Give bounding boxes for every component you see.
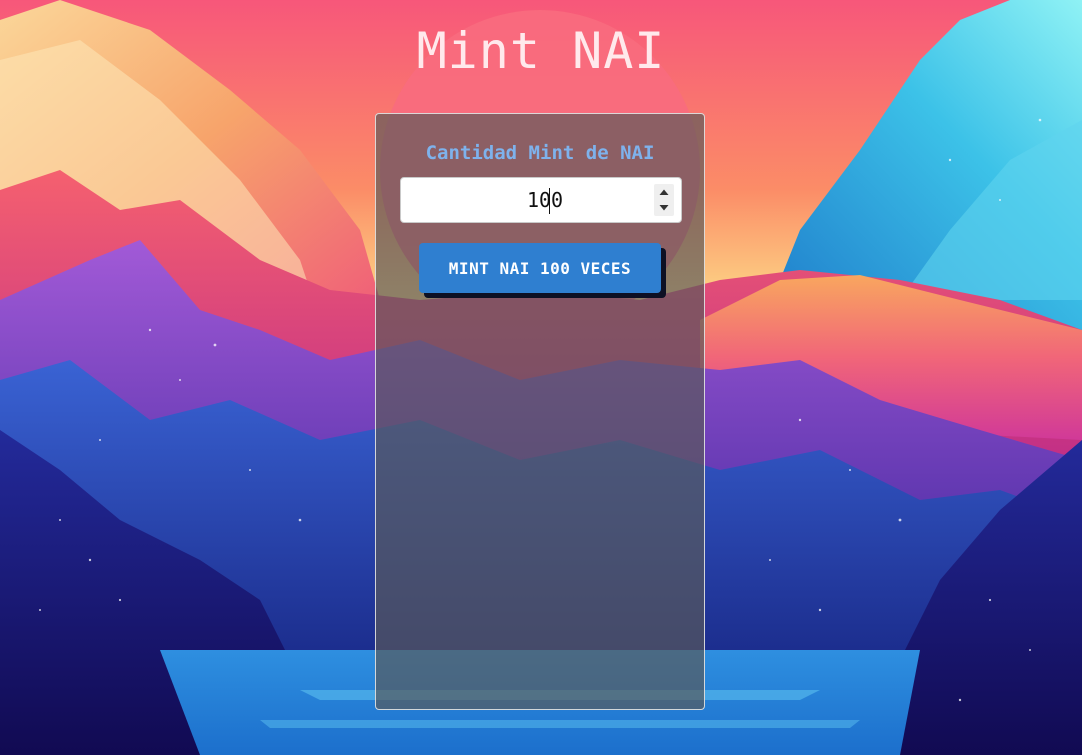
mint-card: Cantidad Mint de NAI MINT NAI 100 VECES bbox=[375, 113, 705, 710]
mint-button[interactable]: MINT NAI 100 VECES bbox=[419, 243, 661, 293]
text-caret bbox=[549, 188, 550, 214]
quantity-stepper bbox=[654, 184, 674, 216]
triangle-up-icon[interactable] bbox=[654, 184, 674, 200]
quantity-input-wrapper bbox=[400, 177, 682, 223]
quantity-input[interactable] bbox=[401, 178, 641, 222]
page-title: Mint NAI bbox=[416, 22, 666, 80]
triangle-down-icon[interactable] bbox=[654, 200, 674, 216]
quantity-label: Cantidad Mint de NAI bbox=[425, 142, 655, 164]
